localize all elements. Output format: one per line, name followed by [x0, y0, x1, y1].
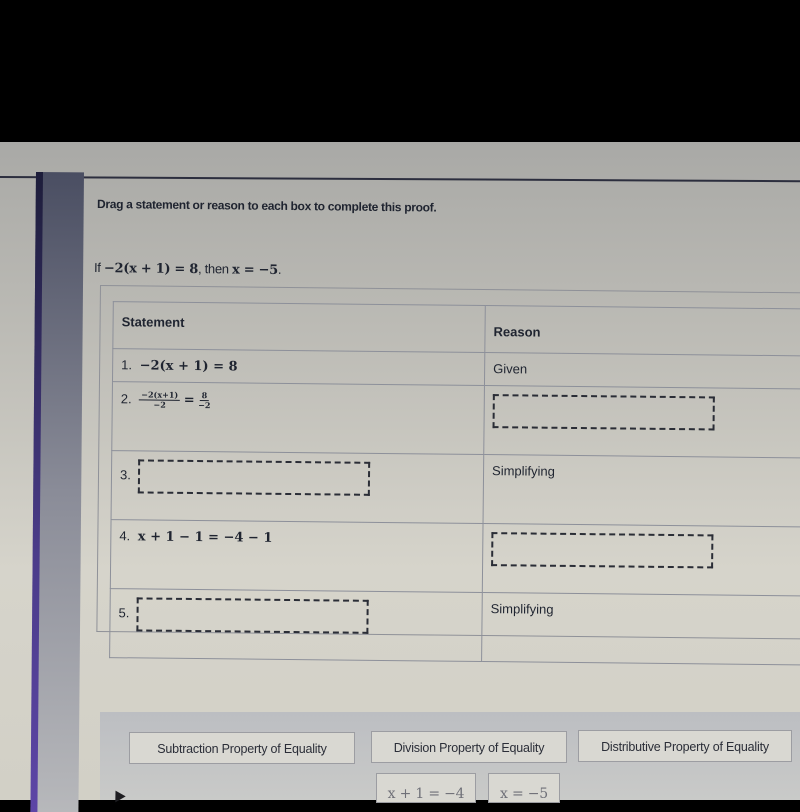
fraction-denominator: −2 — [198, 400, 211, 411]
reason-text: Simplifying — [491, 463, 556, 479]
row-number: 2. — [120, 391, 132, 407]
reason-cell — [482, 523, 800, 596]
side-panel-accent — [30, 172, 43, 812]
fraction-right: 8 −2 — [198, 390, 211, 411]
statement-header: Statement — [112, 301, 486, 353]
answer-tile-x-eq-neg5[interactable]: x = −5 — [488, 773, 560, 803]
reason-cell: Simplifying — [483, 454, 800, 527]
problem-statement: If −2(x + 1) = 8, then x = −5. — [94, 260, 281, 278]
answer-tile-x-plus-1-eq-neg4[interactable]: x + 1 = −4 — [376, 773, 476, 803]
answer-tile-division-property[interactable]: Division Property of Equality — [371, 731, 567, 763]
problem-hypothesis: −2(x + 1) = 8 — [103, 261, 199, 278]
reason-header: Reason — [484, 305, 800, 356]
row-number: 5. — [118, 605, 130, 621]
problem-suffix: . — [277, 261, 282, 277]
answer-tile-subtraction-property[interactable]: Subtraction Property of Equality — [129, 732, 355, 764]
problem-conclusion: x = −5 — [231, 262, 278, 278]
row-number: 1. — [121, 357, 133, 373]
table-header-row: Statement Reason — [112, 301, 800, 356]
statement-cell: 3. — [111, 450, 484, 524]
row-number: 3. — [119, 467, 131, 483]
statement-text: −2(x + 1) = 8 — [139, 358, 238, 375]
fraction-left: −2(x+1) −2 — [139, 389, 181, 410]
reason-cell: Given — [484, 352, 800, 389]
proof-frame: Statement Reason 1. −2(x + 1) = 8 Given … — [96, 285, 800, 665]
statement-cell: 1. −2(x + 1) = 8 — [112, 348, 485, 386]
table-row: 5. Simplifying — [109, 588, 800, 665]
table-row: 3. Simplifying — [111, 450, 800, 527]
header-divider — [0, 176, 800, 183]
statement-cell: 2. −2(x+1) −2 = 8 −2 — [111, 381, 485, 455]
side-panel — [30, 172, 84, 812]
reason-text: Simplifying — [490, 601, 554, 617]
statement-drop-zone[interactable] — [136, 597, 370, 634]
answer-tile-distributive-property[interactable]: Distributive Property of Equality — [578, 730, 792, 762]
reason-text: Given — [493, 361, 528, 377]
table-row: 4. x + 1 − 1 = −4 − 1 — [110, 519, 800, 596]
row-number: 4. — [119, 528, 131, 544]
screen: Drag a statement or reason to each box t… — [0, 142, 800, 812]
equals-sign: = — [183, 392, 195, 408]
table-row: 2. −2(x+1) −2 = 8 −2 — [111, 381, 800, 458]
reason-drop-zone[interactable] — [491, 532, 714, 569]
statement-cell: 4. x + 1 − 1 = −4 − 1 — [110, 519, 484, 593]
reason-cell — [483, 385, 800, 458]
fraction-denominator: −2 — [153, 399, 166, 410]
reason-cell: Simplifying — [481, 592, 800, 665]
problem-middle: , then — [197, 261, 233, 277]
statement-cell: 5. — [109, 588, 483, 662]
instructions: Drag a statement or reason to each box t… — [96, 197, 437, 215]
proof-table: Statement Reason 1. −2(x + 1) = 8 Given … — [109, 301, 800, 665]
statement-drop-zone[interactable] — [138, 459, 371, 496]
problem-prefix: If — [93, 260, 105, 276]
reason-drop-zone[interactable] — [492, 394, 715, 431]
answer-tray: Subtraction Property of Equality Divisio… — [100, 712, 800, 803]
statement-text: x + 1 − 1 = −4 − 1 — [137, 529, 273, 546]
